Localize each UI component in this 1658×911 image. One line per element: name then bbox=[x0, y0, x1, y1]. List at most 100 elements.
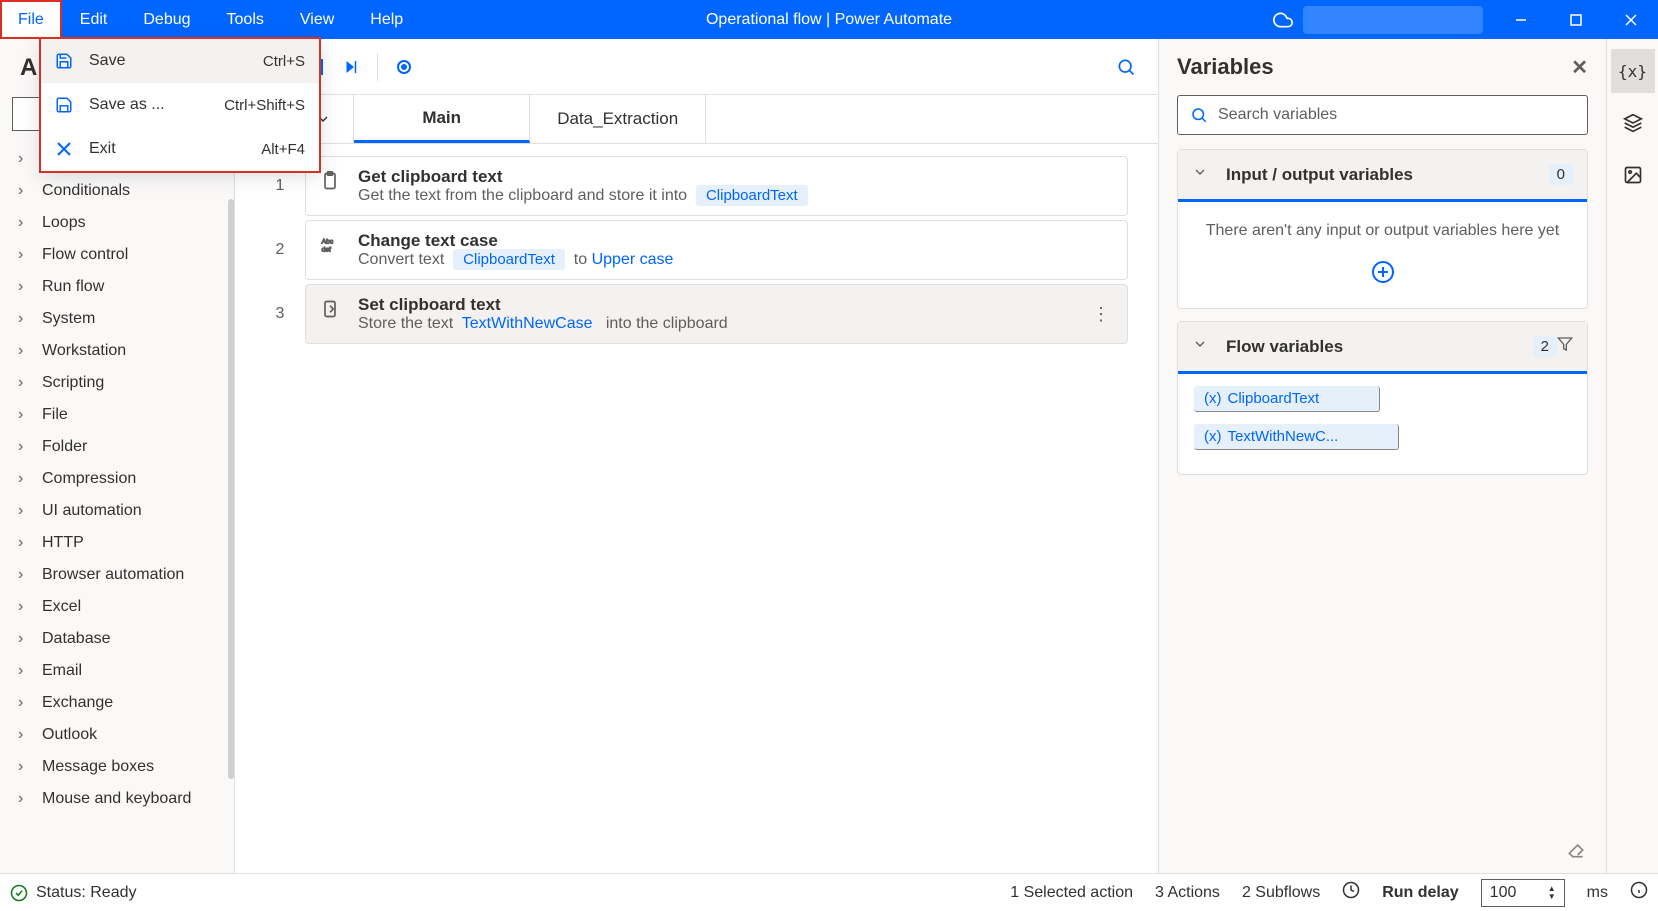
action-card[interactable]: Get clipboard text Get the text from the… bbox=[305, 156, 1128, 216]
tabs: bflows Main Data_Extraction bbox=[235, 95, 1158, 144]
rail-variables-button[interactable]: {x} bbox=[1611, 49, 1655, 93]
chevron-right-icon: › bbox=[18, 694, 34, 712]
chevron-right-icon: › bbox=[18, 150, 34, 168]
menu-debug[interactable]: Debug bbox=[125, 0, 208, 39]
tree-item[interactable]: ›Flow control bbox=[0, 239, 234, 271]
add-variable-button[interactable] bbox=[1178, 260, 1587, 308]
record-button[interactable] bbox=[386, 49, 422, 85]
clock-icon bbox=[1342, 881, 1360, 904]
file-exit[interactable]: Exit Alt+F4 bbox=[41, 127, 319, 171]
tree-item[interactable]: ›System bbox=[0, 303, 234, 335]
tree-item[interactable]: ›HTTP bbox=[0, 527, 234, 559]
filter-icon[interactable] bbox=[1557, 336, 1573, 357]
menu-view[interactable]: View bbox=[282, 0, 352, 39]
chevron-right-icon: › bbox=[18, 310, 34, 328]
io-variables-section: Input / output variables 0 There aren't … bbox=[1177, 149, 1588, 309]
tree-item[interactable]: ›Loops bbox=[0, 207, 234, 239]
chevron-right-icon: › bbox=[18, 598, 34, 616]
file-save[interactable]: Save Ctrl+S bbox=[41, 39, 319, 83]
user-badge bbox=[1303, 6, 1483, 34]
tree-item[interactable]: ›Message boxes bbox=[0, 751, 234, 783]
action-card[interactable]: Set clipboard text Store the text TextWi… bbox=[305, 284, 1128, 344]
file-menu-dropdown: Save Ctrl+S Save as ... Ctrl+Shift+S Exi… bbox=[41, 39, 319, 171]
spinner-icon[interactable]: ▲▼ bbox=[1548, 885, 1556, 901]
action-title: Get clipboard text bbox=[358, 167, 1113, 187]
eraser-icon[interactable] bbox=[1566, 840, 1586, 865]
maximize-button[interactable] bbox=[1548, 0, 1603, 39]
flow-variables-header[interactable]: Flow variables 2 bbox=[1178, 322, 1587, 374]
step-button[interactable] bbox=[333, 49, 369, 85]
tree-item[interactable]: ›Run flow bbox=[0, 271, 234, 303]
tree-item[interactable]: ›Database bbox=[0, 623, 234, 655]
menu-help[interactable]: Help bbox=[352, 0, 421, 39]
clipboard-set-icon bbox=[320, 299, 348, 324]
line-number: 2 bbox=[265, 241, 295, 259]
line-number: 1 bbox=[265, 177, 295, 195]
tree-item[interactable]: ›Outlook bbox=[0, 719, 234, 751]
designer-panel: bflows Main Data_Extraction 1 Get clipbo… bbox=[235, 39, 1158, 873]
separator bbox=[377, 53, 378, 81]
file-save-as[interactable]: Save as ... Ctrl+Shift+S bbox=[41, 83, 319, 127]
chevron-right-icon: › bbox=[18, 758, 34, 776]
tree-item[interactable]: ›Exchange bbox=[0, 687, 234, 719]
tree-item[interactable]: ›UI automation bbox=[0, 495, 234, 527]
text-case-icon: Abcdef bbox=[320, 235, 348, 260]
tree-item[interactable]: ›Excel bbox=[0, 591, 234, 623]
status-text: Status: Ready bbox=[36, 884, 137, 902]
tree-item[interactable]: ›Conditionals bbox=[0, 175, 234, 207]
chevron-right-icon: › bbox=[18, 470, 34, 488]
flow-body: 1 Get clipboard text Get the text from t… bbox=[235, 144, 1158, 873]
tree-item[interactable]: ›Mouse and keyboard bbox=[0, 783, 234, 815]
save-as-icon bbox=[55, 96, 79, 114]
menubar: File Edit Debug Tools View Help bbox=[0, 0, 421, 39]
var-link: TextWithNewCase bbox=[462, 315, 593, 332]
menu-edit[interactable]: Edit bbox=[62, 0, 126, 39]
menu-file[interactable]: File bbox=[0, 0, 62, 39]
close-panel-button[interactable]: ✕ bbox=[1571, 55, 1588, 80]
action-more-icon[interactable]: ⋮ bbox=[1089, 304, 1113, 325]
flow-variables-section: Flow variables 2 (x) ClipboardText (x) T… bbox=[1177, 321, 1588, 475]
variables-search[interactable]: Search variables bbox=[1177, 95, 1588, 135]
run-delay-input[interactable]: 100 ▲▼ bbox=[1481, 879, 1565, 907]
chevron-right-icon: › bbox=[18, 278, 34, 296]
close-icon bbox=[55, 140, 79, 158]
chevron-right-icon: › bbox=[18, 566, 34, 584]
var-pill: ClipboardText bbox=[696, 185, 808, 206]
close-button[interactable] bbox=[1603, 0, 1658, 39]
action-title: Set clipboard text bbox=[358, 295, 1089, 315]
chevron-right-icon: › bbox=[18, 438, 34, 456]
minimize-button[interactable] bbox=[1493, 0, 1548, 39]
tree-item[interactable]: ›Workstation bbox=[0, 335, 234, 367]
variable-chip[interactable]: (x) TextWithNewC... bbox=[1194, 424, 1399, 450]
value-link: Upper case bbox=[592, 251, 674, 268]
rail-layers-button[interactable] bbox=[1611, 101, 1655, 145]
rail-images-button[interactable] bbox=[1611, 153, 1655, 197]
variable-chip[interactable]: (x) ClipboardText bbox=[1194, 386, 1380, 412]
chevron-down-icon bbox=[1192, 336, 1216, 357]
tree-item[interactable]: ›Browser automation bbox=[0, 559, 234, 591]
flow-step: 3 Set clipboard text Store the text Text… bbox=[265, 284, 1128, 344]
window-title: Operational flow | Power Automate bbox=[706, 11, 952, 29]
tree-item[interactable]: ›Email bbox=[0, 655, 234, 687]
chevron-right-icon: › bbox=[18, 534, 34, 552]
delay-unit: ms bbox=[1587, 884, 1608, 902]
action-card[interactable]: Abcdef Change text case Convert text Cli… bbox=[305, 220, 1128, 280]
info-icon[interactable] bbox=[1630, 881, 1648, 904]
variables-heading: Variables bbox=[1177, 54, 1274, 80]
action-desc: Get the text from the clipboard and stor… bbox=[358, 187, 1113, 205]
tree-item[interactable]: ›Compression bbox=[0, 463, 234, 495]
io-variables-header[interactable]: Input / output variables 0 bbox=[1178, 150, 1587, 202]
flow-step: 2 Abcdef Change text case Convert text C… bbox=[265, 220, 1128, 280]
action-title: Change text case bbox=[358, 231, 1113, 251]
tab-data-extraction[interactable]: Data_Extraction bbox=[530, 95, 706, 143]
actions-count: 3 Actions bbox=[1155, 884, 1220, 902]
clipboard-icon bbox=[320, 171, 348, 196]
tab-main[interactable]: Main bbox=[354, 95, 530, 143]
tree-item[interactable]: ›File bbox=[0, 399, 234, 431]
menu-tools[interactable]: Tools bbox=[209, 0, 282, 39]
scrollbar[interactable] bbox=[228, 199, 234, 779]
tree-item[interactable]: ›Scripting bbox=[0, 367, 234, 399]
titlebar: File Edit Debug Tools View Help Operatio… bbox=[0, 0, 1658, 39]
search-button[interactable] bbox=[1106, 57, 1146, 77]
tree-item[interactable]: ›Folder bbox=[0, 431, 234, 463]
